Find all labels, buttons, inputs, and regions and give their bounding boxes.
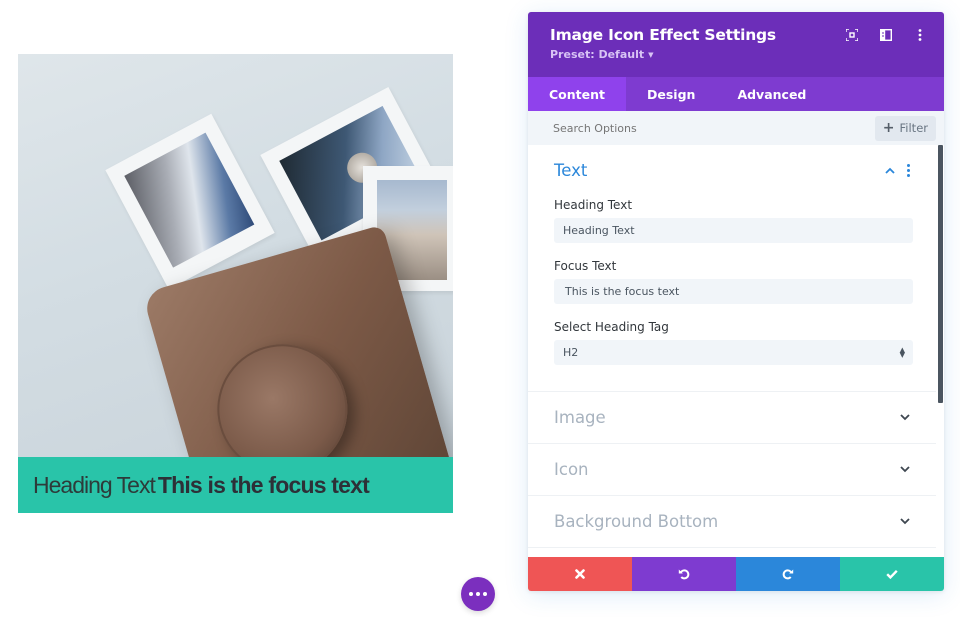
split-view-icon[interactable] [880,29,892,41]
focus-text-input[interactable]: This is the focus text [554,279,913,304]
close-icon [575,569,585,579]
field-label: Heading Text [554,198,633,212]
redo-button[interactable] [736,557,840,591]
section-background-bottom-toggle[interactable]: Background Bottom [528,496,936,547]
section-icon-toggle[interactable]: Icon [528,444,936,495]
plus-icon: + [882,120,895,136]
search-bar: + Filter [528,111,944,145]
section-image: Image [528,392,936,444]
scrollbar[interactable] [938,145,943,403]
section-title: Background Bottom [554,512,719,531]
preset-label: Preset: Default [550,48,645,61]
chevron-down-icon[interactable] [900,465,910,475]
search-options-input[interactable] [553,121,753,135]
section-title: Icon [554,460,589,479]
redo-icon [782,569,794,580]
field-heading-tag: Select Heading Tag H2 ▲ ▼ [554,320,913,365]
field-label: Focus Text [554,259,617,273]
check-icon [886,569,898,579]
tab-design[interactable]: Design [626,77,716,111]
panel-header[interactable]: Image Icon Effect Settings Preset: Defau… [528,12,944,77]
section-icon: Icon [528,444,936,496]
panel-tabs: Content Design Advanced [528,77,944,111]
chevron-down-icon[interactable] [900,413,910,423]
section-title: Text [554,161,588,180]
dot-icon [476,592,480,596]
save-button[interactable] [840,557,944,591]
chevron-up-icon[interactable] [885,166,895,176]
options-scroll-area: Text Heading Text Heading Text Focus Tex… [528,145,944,557]
discard-button[interactable] [528,557,632,591]
preset-selector[interactable]: Preset: Default ▼ [550,48,922,61]
caret-down-icon: ▼ [648,50,654,59]
more-vertical-icon[interactable] [914,29,926,41]
select-arrows-icon: ▲ ▼ [899,345,905,359]
preview-heading-text: Heading Text [33,471,156,498]
tab-content[interactable]: Content [528,77,626,111]
focus-mode-icon[interactable] [846,29,858,41]
tab-advanced[interactable]: Advanced [716,77,827,111]
section-image-toggle[interactable]: Image [528,392,936,443]
undo-icon [678,569,690,580]
chevron-down-icon[interactable] [900,517,910,527]
panel-footer [528,557,944,591]
filter-label: Filter [899,121,928,135]
field-heading-text: Heading Text Heading Text [554,198,913,243]
undo-button[interactable] [632,557,736,591]
more-options-button[interactable] [461,577,495,611]
section-background-bottom: Background Bottom [528,496,936,548]
dot-icon [483,592,487,596]
preview-image [18,54,453,457]
filter-button[interactable]: + Filter [874,115,936,141]
selected-value: H2 [563,346,579,359]
section-text: Text Heading Text Heading Text Focus Tex… [528,145,936,392]
section-more-icon[interactable] [907,164,910,177]
section-text-toggle[interactable]: Text [528,145,936,196]
preview-focus-text: This is the focus text [157,471,370,498]
image-icon-effect-preview[interactable]: Heading Text This is the focus text [18,54,453,513]
dot-icon [469,592,473,596]
heading-text-input[interactable]: Heading Text [554,218,913,243]
preview-caption: Heading Text This is the focus text [18,457,453,513]
section-title: Image [554,408,606,427]
field-label: Select Heading Tag [554,320,669,334]
settings-panel: Image Icon Effect Settings Preset: Defau… [528,12,944,591]
field-focus-text: Focus Text This is the focus text [554,259,913,304]
heading-tag-select[interactable]: H2 ▲ ▼ [554,340,913,365]
